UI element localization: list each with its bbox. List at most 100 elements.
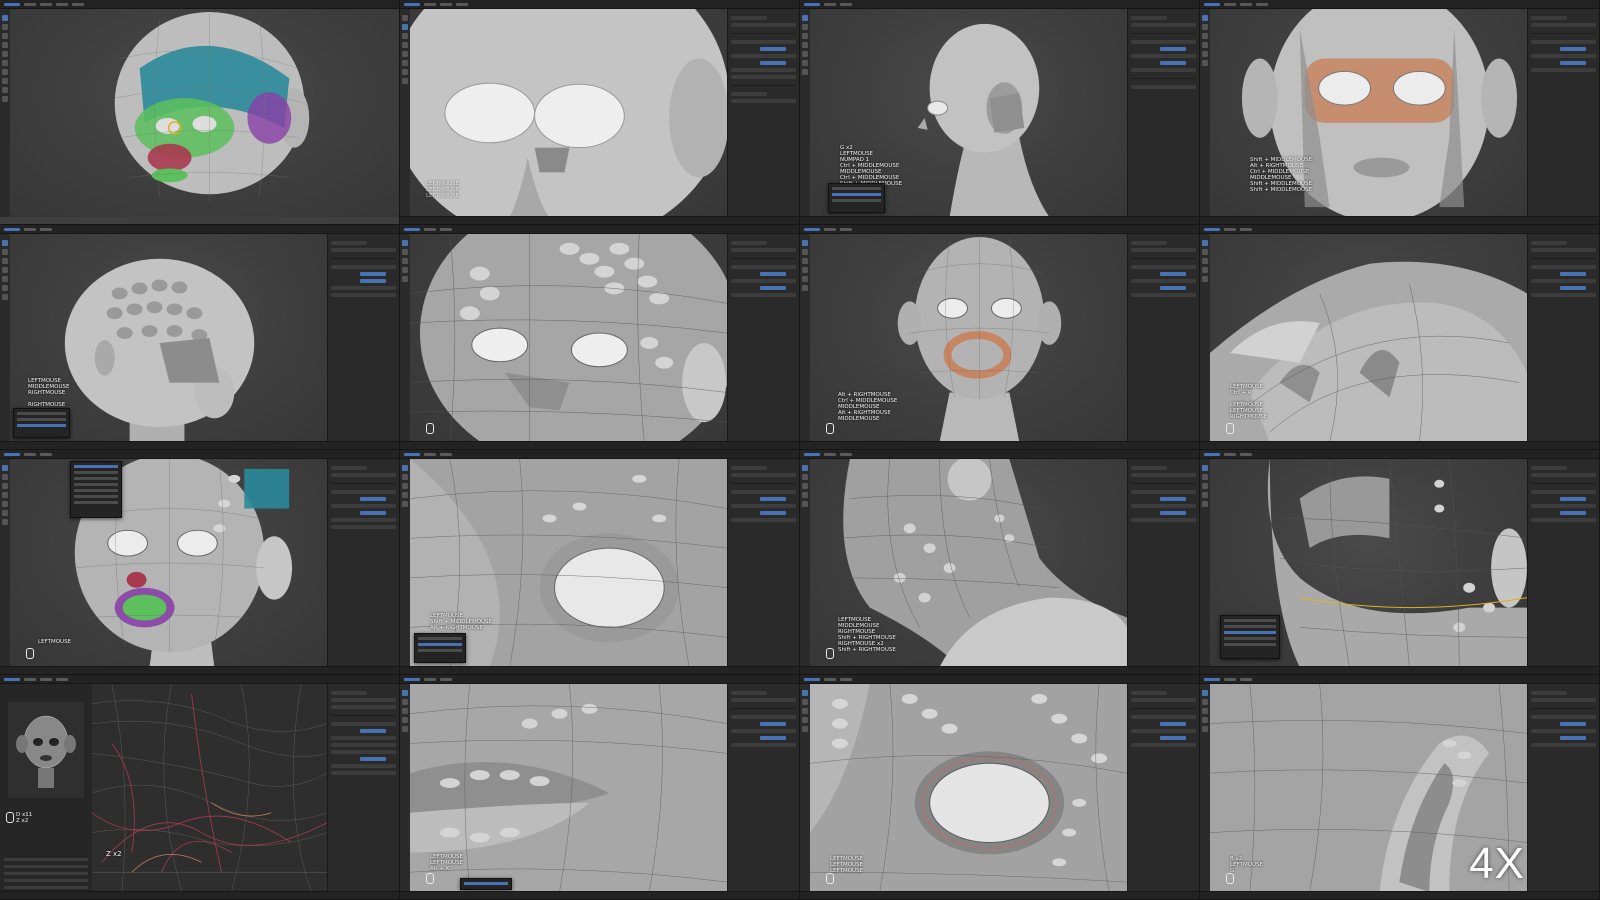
tile-r4c4: B x2 LEFTMOUSE G 4X	[1200, 675, 1600, 900]
tile-r2c2	[400, 225, 800, 450]
3d-viewport[interactable]: LEFTMOUSE MIDDLEMOUSE RIGHTMOUSE RIGHTMO…	[10, 234, 327, 442]
timelapse-grid: LEFTMOUSE LEFTMOUSE LEFTMOUSE G x2 LEFTM…	[0, 0, 1600, 900]
mouse-icon	[426, 873, 434, 884]
3d-viewport[interactable]	[1210, 459, 1527, 667]
key-overlay: G x2 LEFTMOUSE NUMPAD 1 Ctrl + MIDDLEMOU…	[840, 145, 902, 187]
3d-viewport[interactable]: LEFTMOUSE	[10, 459, 327, 667]
status-bar	[400, 441, 799, 449]
properties-panel[interactable]	[727, 684, 799, 892]
tile-r3c3: LEFTMOUSE MIDDLEMOUSE RIGHTMOUSE Shift +…	[800, 450, 1200, 675]
popup-menu[interactable]	[460, 878, 512, 890]
key-overlay: D x11 Z x2	[16, 812, 33, 824]
blender-topbar[interactable]	[1200, 0, 1599, 9]
tile-r1c2: LEFTMOUSE LEFTMOUSE LEFTMOUSE	[400, 0, 800, 225]
mouse-icon	[1226, 423, 1234, 434]
dropdown-menu[interactable]	[70, 461, 122, 518]
blender-topbar[interactable]	[1200, 675, 1599, 684]
status-bar	[400, 666, 799, 674]
key-overlay: LEFTMOUSE LEFTMOUSE LEFTMOUSE	[426, 181, 460, 199]
properties-panel[interactable]	[1127, 459, 1199, 667]
3d-viewport[interactable]: LEFTMOUSE LEFTMOUSE Alt + X	[410, 684, 727, 892]
status-bar	[800, 891, 1199, 899]
3d-viewport[interactable]: G x2 LEFTMOUSE NUMPAD 1 Ctrl + MIDDLEMOU…	[810, 9, 1127, 217]
mouse-icon	[826, 873, 834, 884]
3d-viewport[interactable]: LEFTMOUSE LEFTMOUSE LEFTMOUSE	[810, 684, 1127, 892]
blender-topbar[interactable]	[400, 0, 799, 9]
mouse-icon	[826, 423, 834, 434]
blender-topbar[interactable]	[800, 225, 1199, 234]
tile-r2c3: Alt + RIGHTMOUSE Ctrl + MIDDLEMOUSE MIDD…	[800, 225, 1200, 450]
blender-topbar[interactable]	[0, 0, 399, 9]
status-bar	[800, 441, 1199, 449]
properties-panel[interactable]	[327, 459, 399, 667]
properties-panel[interactable]	[1127, 234, 1199, 442]
status-bar	[1200, 216, 1599, 224]
key-overlay: LEFTMOUSE Ctrl + R LEFTMOUSE LEFTMOUSE R…	[1230, 384, 1268, 420]
settings-list[interactable]	[4, 854, 88, 893]
blender-topbar[interactable]	[800, 675, 1199, 684]
blender-topbar[interactable]	[1200, 225, 1599, 234]
speed-badge: 4X	[1469, 839, 1525, 888]
properties-panel[interactable]	[1527, 234, 1599, 442]
properties-panel[interactable]	[327, 234, 399, 442]
key-overlay: Shift + MIDDLEMOUSE Alt + RIGHTMOUSE Ctr…	[1250, 157, 1313, 193]
key-overlay: LEFTMOUSE Shift + MIDDLEMOUSE Alt + RIGH…	[430, 613, 493, 631]
3d-viewport[interactable]	[410, 234, 727, 442]
3d-viewport[interactable]	[10, 9, 399, 217]
mouse-icon	[826, 648, 834, 659]
key-overlay: Alt + RIGHTMOUSE Ctrl + MIDDLEMOUSE MIDD…	[838, 392, 898, 422]
3d-viewport[interactable]: LEFTMOUSE LEFTMOUSE LEFTMOUSE	[410, 9, 727, 217]
popup-menu[interactable]	[1220, 615, 1280, 659]
status-bar	[1200, 666, 1599, 674]
properties-panel[interactable]	[727, 234, 799, 442]
status-bar	[1200, 441, 1599, 449]
tile-r4c2: LEFTMOUSE LEFTMOUSE Alt + X	[400, 675, 800, 900]
mouse-icon	[26, 648, 34, 659]
blender-topbar[interactable]	[1200, 450, 1599, 459]
popup-menu[interactable]	[13, 408, 70, 438]
properties-panel[interactable]	[1527, 684, 1599, 892]
key-overlay: LEFTMOUSE MIDDLEMOUSE RIGHTMOUSE RIGHTMO…	[28, 378, 70, 408]
blender-topbar[interactable]	[0, 450, 399, 459]
tile-r1c1	[0, 0, 400, 225]
status-bar	[0, 441, 399, 449]
status-bar	[0, 891, 399, 899]
3d-viewport[interactable]: LEFTMOUSE MIDDLEMOUSE RIGHTMOUSE Shift +…	[810, 459, 1127, 667]
blender-topbar[interactable]	[0, 675, 399, 684]
properties-panel[interactable]	[727, 9, 799, 217]
tile-r4c1: D x11 Z x2 Z x2	[0, 675, 400, 900]
key-overlay: LEFTMOUSE	[38, 639, 72, 645]
properties-panel[interactable]	[1527, 9, 1599, 217]
status-bar	[800, 216, 1199, 224]
properties-panel[interactable]	[1127, 684, 1199, 892]
popup-menu[interactable]	[828, 183, 885, 213]
popup-menu[interactable]	[414, 633, 466, 663]
3d-viewport[interactable]: LEFTMOUSE Ctrl + R LEFTMOUSE LEFTMOUSE R…	[1210, 234, 1527, 442]
blender-topbar[interactable]	[0, 225, 399, 234]
3d-viewport[interactable]: LEFTMOUSE Shift + MIDDLEMOUSE Alt + RIGH…	[410, 459, 727, 667]
tile-r1c4: Shift + MIDDLEMOUSE Alt + RIGHTMOUSE Ctr…	[1200, 0, 1600, 225]
3d-viewport[interactable]: Shift + MIDDLEMOUSE Alt + RIGHTMOUSE Ctr…	[1210, 9, 1527, 217]
properties-panel[interactable]	[1127, 9, 1199, 217]
tile-r1c3: G x2 LEFTMOUSE NUMPAD 1 Ctrl + MIDDLEMOU…	[800, 0, 1200, 225]
blender-topbar[interactable]	[800, 450, 1199, 459]
blender-topbar[interactable]	[400, 225, 799, 234]
blender-topbar[interactable]	[400, 450, 799, 459]
properties-panel[interactable]	[1527, 459, 1599, 667]
status-bar	[0, 666, 399, 674]
properties-panel[interactable]	[327, 684, 399, 892]
properties-panel[interactable]	[727, 459, 799, 667]
status-bar	[800, 666, 1199, 674]
blender-topbar[interactable]	[400, 675, 799, 684]
3d-viewport[interactable]: Alt + RIGHTMOUSE Ctrl + MIDDLEMOUSE MIDD…	[810, 234, 1127, 442]
key-overlay: LEFTMOUSE LEFTMOUSE LEFTMOUSE	[830, 856, 864, 874]
asset-preview-panel[interactable]: D x11 Z x2	[0, 684, 93, 892]
key-overlay: B x2 LEFTMOUSE G	[1230, 856, 1264, 874]
blender-topbar[interactable]	[800, 0, 1199, 9]
key-overlay: LEFTMOUSE LEFTMOUSE Alt + X	[430, 854, 464, 872]
graph-key-label: Z x2	[106, 850, 122, 858]
status-bar	[400, 891, 799, 899]
status-bar	[400, 216, 799, 224]
tile-r3c2: LEFTMOUSE Shift + MIDDLEMOUSE Alt + RIGH…	[400, 450, 800, 675]
curve-graph-editor[interactable]: Z x2	[92, 684, 327, 892]
